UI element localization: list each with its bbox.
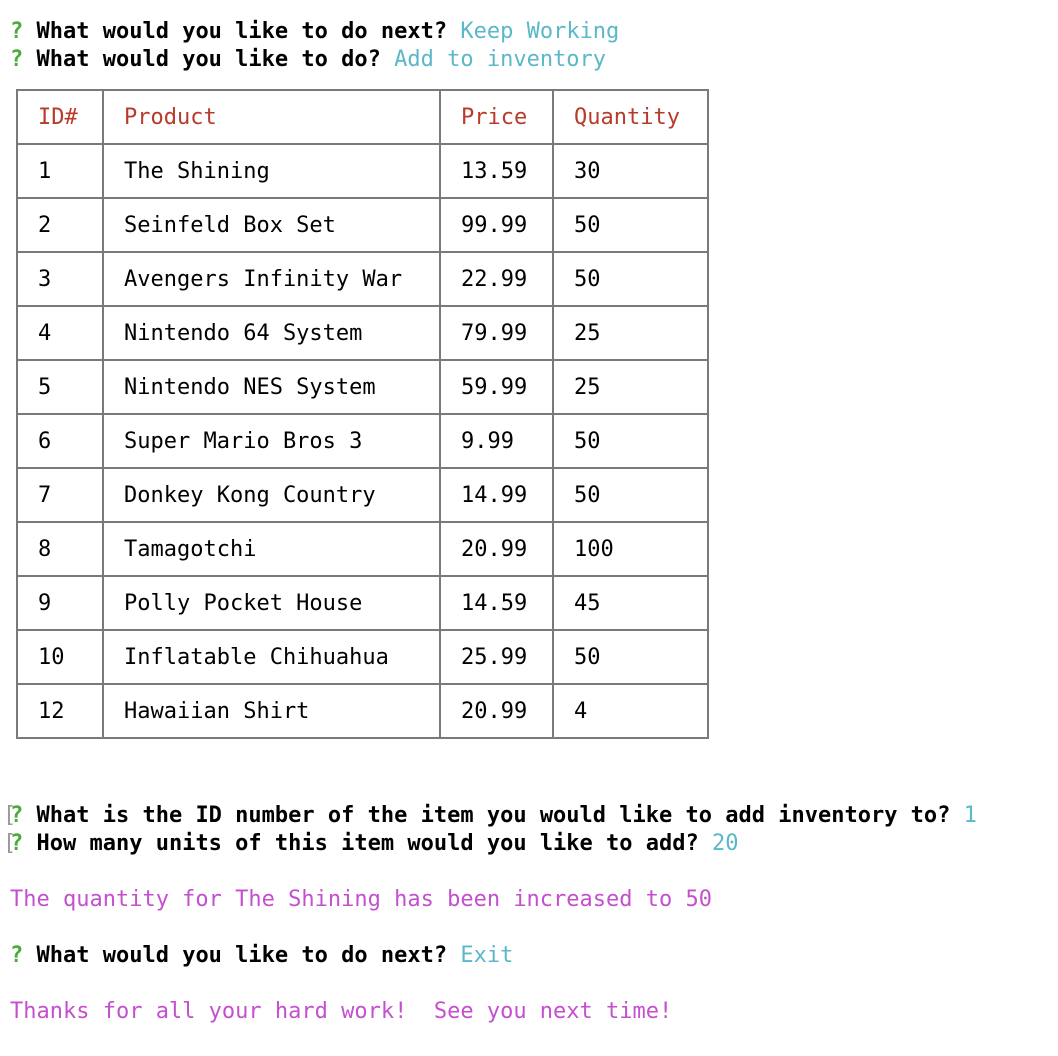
result-message: The quantity for The Shining has been in… <box>10 887 712 912</box>
cell-price: 59.99 <box>439 359 554 415</box>
cell-product: Polly Pocket House <box>102 575 441 631</box>
prompt-bracket: [ <box>3 803 17 828</box>
cell-id: 9 <box>16 575 104 631</box>
prompt-question: What is the ID number of the item you wo… <box>36 803 951 828</box>
table-row: 10 Inflatable Chihuahua 25.99 50 <box>16 629 709 685</box>
table-row: 1 The Shining 13.59 30 <box>16 143 709 199</box>
cell-id: 3 <box>16 251 104 307</box>
header-product: Product <box>102 89 441 145</box>
prompt-action-choice: ? What would you like to do? Add to inve… <box>10 46 606 74</box>
cell-quantity: 50 <box>552 197 709 253</box>
prompt-marker: ? <box>10 47 24 72</box>
cell-product: Donkey Kong Country <box>102 467 441 523</box>
prompt-units: [? How many units of this item would you… <box>3 830 739 858</box>
table-row: 5 Nintendo NES System 59.99 25 <box>16 359 709 415</box>
cell-product: Inflatable Chihuahua <box>102 629 441 685</box>
cell-product: The Shining <box>102 143 441 199</box>
cell-product: Nintendo NES System <box>102 359 441 415</box>
cell-quantity: 50 <box>552 251 709 307</box>
header-price: Price <box>439 89 554 145</box>
cell-quantity: 25 <box>552 359 709 415</box>
farewell-message: Thanks for all your hard work! See you n… <box>10 999 673 1024</box>
table-header-row: ID# Product Price Quantity <box>16 89 709 145</box>
cell-product: Nintendo 64 System <box>102 305 441 361</box>
cell-quantity: 30 <box>552 143 709 199</box>
cell-id: 1 <box>16 143 104 199</box>
cell-id: 2 <box>16 197 104 253</box>
cell-product: Avengers Infinity War <box>102 251 441 307</box>
table-row: 3 Avengers Infinity War 22.99 50 <box>16 251 709 307</box>
cell-price: 99.99 <box>439 197 554 253</box>
table-row: 9 Polly Pocket House 14.59 45 <box>16 575 709 631</box>
cell-quantity: 100 <box>552 521 709 577</box>
prompt-marker: ? <box>10 19 24 44</box>
cell-price: 20.99 <box>439 521 554 577</box>
cell-product: Seinfeld Box Set <box>102 197 441 253</box>
cell-price: 13.59 <box>439 143 554 199</box>
cell-product: Tamagotchi <box>102 521 441 577</box>
cell-quantity: 4 <box>552 683 709 739</box>
cell-product: Hawaiian Shirt <box>102 683 441 739</box>
table-row: 12 Hawaiian Shirt 20.99 4 <box>16 683 709 739</box>
cell-id: 7 <box>16 467 104 523</box>
cell-price: 25.99 <box>439 629 554 685</box>
inventory-table: ID# Product Price Quantity 1 The Shining 1… <box>16 89 709 739</box>
table-row: 2 Seinfeld Box Set 99.99 50 <box>16 197 709 253</box>
table-row: 8 Tamagotchi 20.99 100 <box>16 521 709 577</box>
cell-id: 8 <box>16 521 104 577</box>
cell-price: 22.99 <box>439 251 554 307</box>
prompt-question: What would you like to do next? <box>36 19 448 44</box>
cell-price: 20.99 <box>439 683 554 739</box>
cell-id: 4 <box>16 305 104 361</box>
prompt-marker: ? <box>10 943 24 968</box>
prompt-answer: 20 <box>712 831 739 856</box>
cell-id: 6 <box>16 413 104 469</box>
cell-id: 5 <box>16 359 104 415</box>
cell-price: 9.99 <box>439 413 554 469</box>
table-row: 6 Super Mario Bros 3 9.99 50 <box>16 413 709 469</box>
prompt-next-action: ? What would you like to do next? Keep W… <box>10 18 619 46</box>
prompt-question: What would you like to do? <box>36 47 381 72</box>
cell-price: 79.99 <box>439 305 554 361</box>
cell-quantity: 50 <box>552 413 709 469</box>
cell-id: 12 <box>16 683 104 739</box>
table-row: 7 Donkey Kong Country 14.99 50 <box>16 467 709 523</box>
cell-price: 14.99 <box>439 467 554 523</box>
table-row: 4 Nintendo 64 System 79.99 25 <box>16 305 709 361</box>
prompt-answer: Exit <box>460 943 514 968</box>
cell-quantity: 25 <box>552 305 709 361</box>
prompt-question: What would you like to do next? <box>36 943 448 968</box>
cell-quantity: 45 <box>552 575 709 631</box>
cell-id: 10 <box>16 629 104 685</box>
cell-product: Super Mario Bros 3 <box>102 413 441 469</box>
prompt-final: ? What would you like to do next? Exit <box>10 942 513 970</box>
cell-price: 14.59 <box>439 575 554 631</box>
prompt-bracket: [ <box>3 831 17 856</box>
prompt-answer: Add to inventory <box>394 47 607 72</box>
cell-quantity: 50 <box>552 629 709 685</box>
prompt-question: How many units of this item would you li… <box>36 831 699 856</box>
prompt-answer: 1 <box>963 803 977 828</box>
prompt-answer: Keep Working <box>460 19 620 44</box>
header-id: ID# <box>16 89 104 145</box>
cell-quantity: 50 <box>552 467 709 523</box>
prompt-item-id: [? What is the ID number of the item you… <box>3 802 977 830</box>
header-quantity: Quantity <box>552 89 709 145</box>
